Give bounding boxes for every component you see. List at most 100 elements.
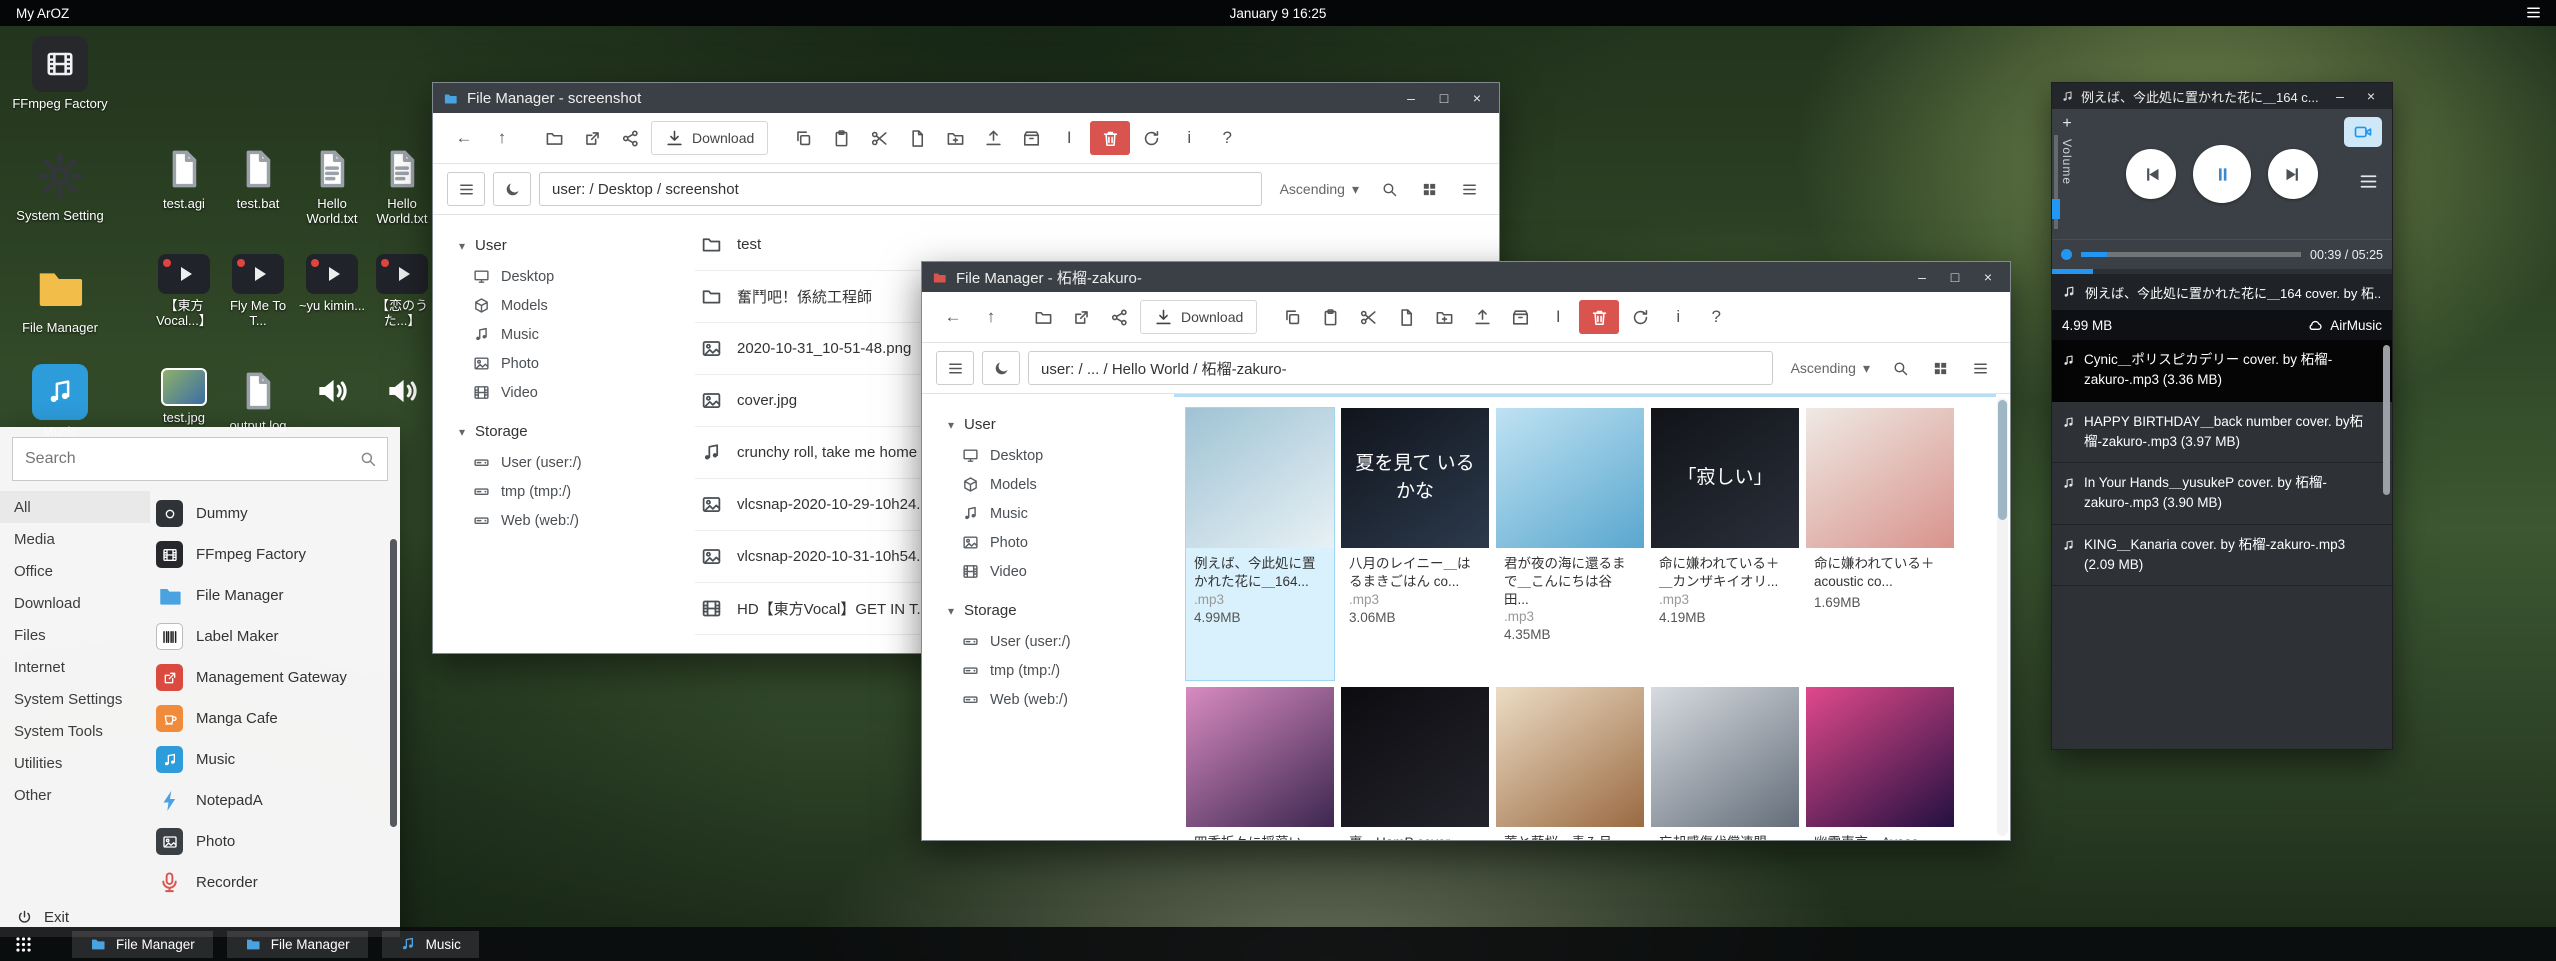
category-files[interactable]: Files: [0, 619, 150, 651]
rename-button[interactable]: I: [1052, 121, 1086, 155]
trash-button[interactable]: [1579, 300, 1619, 334]
sidebar-item-video[interactable]: Video: [948, 557, 1174, 586]
dark-mode-button[interactable]: [982, 351, 1020, 385]
sidebar-item-models[interactable]: Models: [459, 291, 685, 320]
desktop-file-audio-2[interactable]: [366, 368, 438, 414]
app-item-ffmpeg-factory[interactable]: FFmpeg Factory: [156, 534, 388, 575]
playlist-item[interactable]: In Your Hands＿yusukeP cover. by 柘榴-zakur…: [2052, 463, 2392, 525]
close-button[interactable]: ×: [2359, 88, 2383, 104]
grid-view-button[interactable]: [1413, 172, 1445, 206]
file-tile[interactable]: 四季折々に揺蕩い...: [1186, 687, 1334, 840]
sidebar-item-video[interactable]: Video: [459, 378, 685, 407]
new-folder-button[interactable]: [938, 121, 972, 155]
sidebar-item-user-drive[interactable]: User (user:/): [948, 627, 1174, 656]
volume-handle[interactable]: [2052, 199, 2060, 219]
app-item-music[interactable]: Music: [156, 739, 388, 780]
open-in-new-button[interactable]: [575, 121, 609, 155]
desktop-file-helloworld2-txt[interactable]: Hello World.txt: [366, 146, 438, 227]
app-item-management-gateway[interactable]: Management Gateway: [156, 657, 388, 698]
sidebar-item-music[interactable]: Music: [459, 320, 685, 349]
sidebar-item-photo[interactable]: Photo: [948, 528, 1174, 557]
playlist-item[interactable]: KING＿Kanaria cover. by 柘榴-zakuro-.mp3 (2…: [2052, 525, 2392, 587]
archive-button[interactable]: [1014, 121, 1048, 155]
download-button[interactable]: Download: [651, 121, 768, 155]
app-item-notepada[interactable]: NotepadA: [156, 780, 388, 821]
rename-button[interactable]: I: [1541, 300, 1575, 334]
open-button[interactable]: [1026, 300, 1060, 334]
address-bar[interactable]: user: / ... / Hello World / 柘榴-zakuro-: [1028, 351, 1773, 385]
search-button[interactable]: [1884, 351, 1916, 385]
share-button[interactable]: [613, 121, 647, 155]
desktop-file-video-2[interactable]: Fly Me To T...: [222, 254, 294, 329]
trash-button[interactable]: [1090, 121, 1130, 155]
maximize-button[interactable]: □: [1943, 269, 1967, 285]
app-item-file-manager[interactable]: File Manager: [156, 575, 388, 616]
category-internet[interactable]: Internet: [0, 651, 150, 683]
list-view-button[interactable]: [1453, 172, 1485, 206]
back-button[interactable]: ←: [447, 121, 481, 155]
titlebar[interactable]: File Manager - screenshot – □ ×: [433, 83, 1499, 113]
category-all[interactable]: All: [0, 491, 150, 523]
category-system-settings[interactable]: System Settings: [0, 683, 150, 715]
open-button[interactable]: [537, 121, 571, 155]
sidebar-item-desktop[interactable]: Desktop: [459, 262, 685, 291]
taskbar-item-music[interactable]: Music: [382, 931, 479, 958]
scrollbar[interactable]: [1997, 398, 2008, 836]
app-item-photo[interactable]: Photo: [156, 821, 388, 862]
sidebar-toggle-button[interactable]: [936, 351, 974, 385]
refresh-button[interactable]: [1134, 121, 1168, 155]
copy-button[interactable]: [1275, 300, 1309, 334]
seek-bar[interactable]: [2081, 252, 2301, 257]
sidebar-item-web-drive[interactable]: Web (web:/): [948, 685, 1174, 714]
seek-handle[interactable]: [2061, 249, 2072, 260]
minimize-button[interactable]: –: [2328, 88, 2352, 104]
pause-button[interactable]: [2193, 145, 2251, 203]
app-item-manga-cafe[interactable]: Manga Cafe: [156, 698, 388, 739]
upload-button[interactable]: [976, 121, 1010, 155]
minimize-button[interactable]: –: [1399, 90, 1423, 106]
search-button[interactable]: [1373, 172, 1405, 206]
titlebar[interactable]: File Manager - 柘榴-zakuro- – □ ×: [922, 262, 2010, 292]
share-button[interactable]: [1102, 300, 1136, 334]
desktop-icon-ffmpeg-factory[interactable]: FFmpeg Factory: [12, 36, 108, 112]
volume-track[interactable]: [2054, 135, 2058, 229]
category-download[interactable]: Download: [0, 587, 150, 619]
taskbar-item-file-manager-1[interactable]: File Manager: [72, 931, 213, 958]
up-button[interactable]: ↑: [485, 121, 519, 155]
previous-button[interactable]: [2126, 149, 2176, 199]
file-tile[interactable]: 命に嫌われている＋acoustic co... 1.69MB: [1806, 408, 1954, 680]
properties-button[interactable]: i: [1172, 121, 1206, 155]
player-titlebar[interactable]: 例えば、今此処に置かれた花に＿164 c... – ×: [2052, 83, 2392, 109]
playlist-scrollbar[interactable]: [2383, 345, 2390, 495]
volume-plus[interactable]: +: [2062, 115, 2071, 133]
category-office[interactable]: Office: [0, 555, 150, 587]
new-file-button[interactable]: [900, 121, 934, 155]
desktop-icon-system-setting[interactable]: System Setting: [12, 148, 108, 224]
close-button[interactable]: ×: [1465, 90, 1489, 106]
file-tile[interactable]: 幽雫東京＿Avasa...: [1806, 687, 1954, 840]
volume-slider[interactable]: + Volume: [2060, 115, 2074, 185]
app-item-label-maker[interactable]: Label Maker: [156, 616, 388, 657]
file-tile[interactable]: 裏＿HamP cover...: [1341, 687, 1489, 840]
next-button[interactable]: [2268, 149, 2318, 199]
category-media[interactable]: Media: [0, 523, 150, 555]
desktop-file-video-1[interactable]: 【東方Vocal...】: [148, 254, 220, 329]
file-tile[interactable]: 君が夜の海に還るまで＿こんにちは谷田... .mp3 4.35MB: [1496, 408, 1644, 680]
sidebar-item-tmp-drive[interactable]: tmp (tmp:/): [948, 656, 1174, 685]
file-tile[interactable]: 「寂しい」 命に嫌われている＋＿カンザキイオリ... .mp3 4.19MB: [1651, 408, 1799, 680]
scrollbar-thumb[interactable]: [1998, 400, 2007, 520]
sidebar-item-tmp-drive[interactable]: tmp (tmp:/): [459, 477, 685, 506]
sidebar-section-storage[interactable]: ▾Storage: [459, 423, 685, 440]
desktop-file-testjpg[interactable]: test.jpg: [148, 368, 220, 426]
dark-mode-button[interactable]: [493, 172, 531, 206]
sidebar-item-desktop[interactable]: Desktop: [948, 441, 1174, 470]
cut-button[interactable]: [1351, 300, 1385, 334]
sidebar-item-music[interactable]: Music: [948, 499, 1174, 528]
help-button[interactable]: ?: [1699, 300, 1733, 334]
grid-view-button[interactable]: [1924, 351, 1956, 385]
desktop-file-video-4[interactable]: 【恋のうた...】: [366, 254, 438, 329]
sort-dropdown[interactable]: Ascending▾: [1791, 360, 1870, 377]
refresh-button[interactable]: [1623, 300, 1657, 334]
desktop-icon-file-manager[interactable]: File Manager: [12, 260, 108, 336]
airmusic-button[interactable]: AirMusic: [2307, 317, 2382, 333]
